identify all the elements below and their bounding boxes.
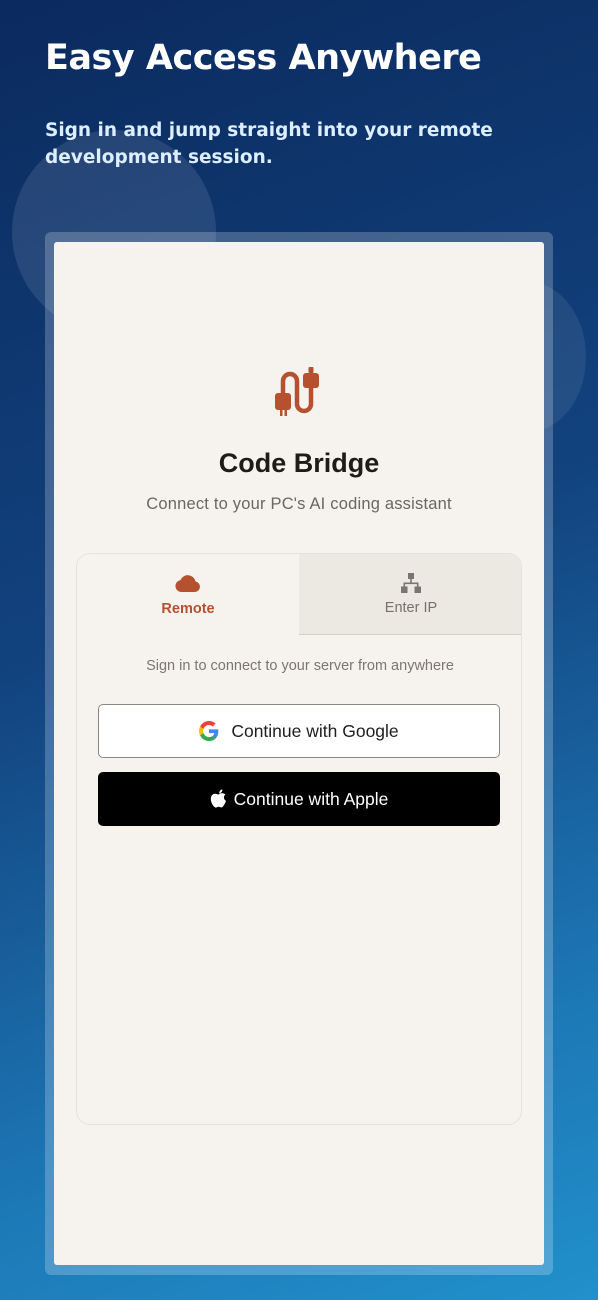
cloud-icon: [174, 573, 202, 595]
continue-with-google-button[interactable]: Continue with Google: [98, 704, 500, 758]
app-screen: Code Bridge Connect to your PC's AI codi…: [54, 242, 544, 1265]
signin-hint: Sign in to connect to your server from a…: [146, 658, 454, 674]
app-title: Code Bridge: [218, 448, 380, 478]
tab-enter-ip-label: Enter IP: [384, 600, 438, 616]
tab-remote[interactable]: Remote: [77, 554, 299, 635]
hero-subtitle: Sign in and jump straight into your remo…: [45, 120, 493, 168]
tab-enter-ip[interactable]: Enter IP: [299, 554, 521, 635]
google-button-label: Continue with Google: [231, 720, 399, 741]
app-subtitle: Connect to your PC's AI coding assistant: [146, 495, 452, 513]
tab-remote-label: Remote: [161, 600, 215, 617]
cable-plug-icon: [272, 365, 328, 421]
signin-card: Remote Enter IP Sign in to connect to yo…: [76, 553, 522, 1125]
apple-icon: [210, 788, 228, 810]
apple-button-label: Continue with Apple: [233, 788, 389, 809]
network-icon: [401, 572, 421, 594]
hero-title: Easy Access Anywhere: [45, 38, 482, 78]
google-icon: [199, 721, 219, 741]
continue-with-apple-button[interactable]: Continue with Apple: [98, 772, 500, 826]
